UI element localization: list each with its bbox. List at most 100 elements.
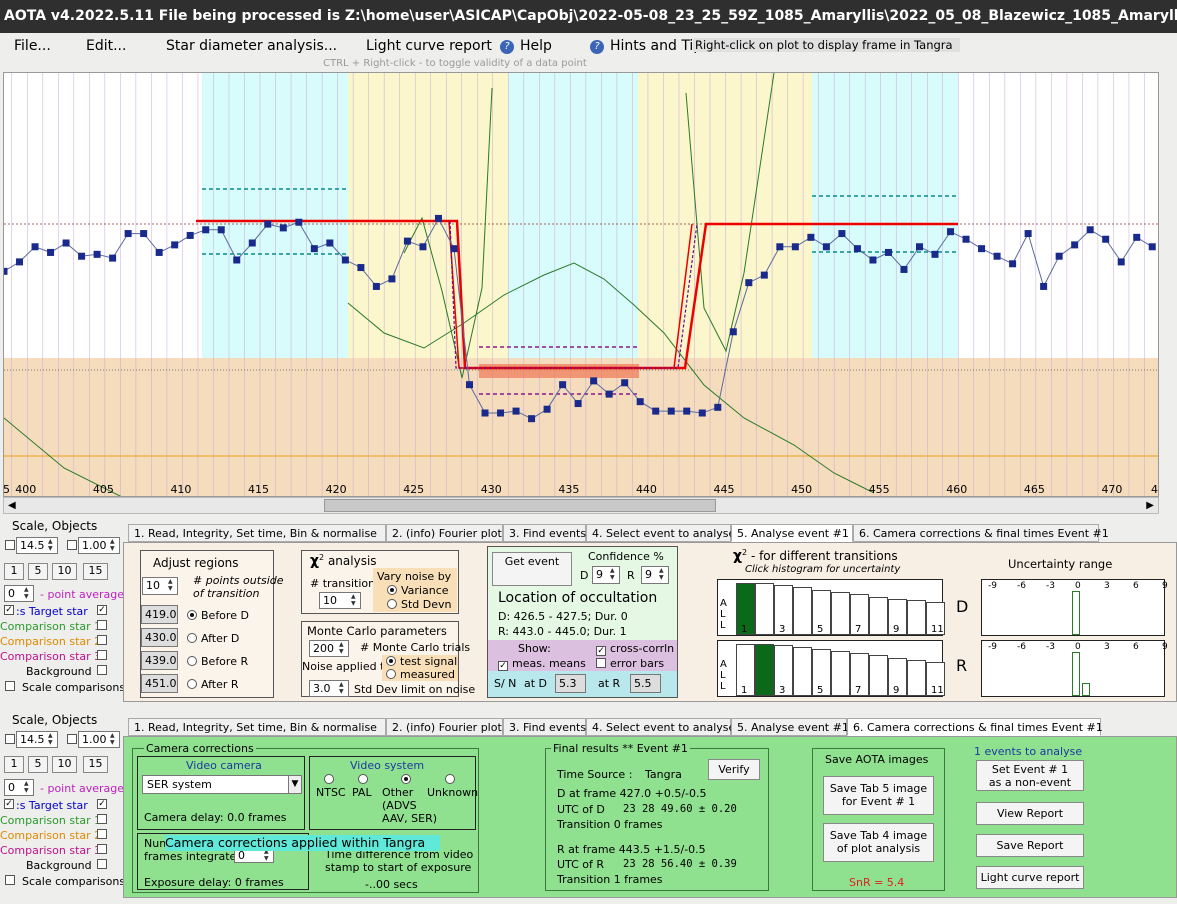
scale-comparisons-checkbox[interactable] [5, 875, 15, 885]
plot-canvas[interactable] [4, 73, 1159, 497]
data-point[interactable] [388, 275, 396, 283]
data-point[interactable] [714, 403, 722, 411]
data-point[interactable] [202, 226, 210, 234]
before-d-radio[interactable]: Before D [187, 609, 249, 622]
data-point[interactable] [1040, 282, 1048, 290]
data-point[interactable] [869, 256, 877, 264]
data-point[interactable] [1086, 226, 1094, 234]
tab-analyse-event[interactable]: 5. Analyse event #1 [731, 524, 853, 542]
data-point[interactable] [47, 248, 55, 256]
data-point[interactable] [481, 409, 489, 417]
data-point[interactable] [419, 243, 427, 251]
data-point[interactable] [621, 379, 629, 387]
d-uncertainty-plot[interactable]: -9 -6 -3 0 3 6 9 [981, 579, 1168, 636]
scroll-thumb[interactable] [324, 499, 716, 512]
histogram-bar[interactable] [907, 659, 926, 696]
scale2-checkbox[interactable] [67, 734, 77, 744]
get-event-button[interactable]: Get event [492, 552, 572, 586]
measured-radio[interactable]: measured [386, 668, 455, 681]
data-point[interactable] [512, 407, 520, 415]
transitions-input[interactable]: 10 [319, 592, 361, 609]
data-point[interactable] [1117, 258, 1125, 266]
horizontal-scrollbar[interactable]: ◀ ▶ [3, 497, 1159, 514]
data-point[interactable] [915, 243, 923, 251]
data-point[interactable] [884, 248, 892, 256]
data-point[interactable] [559, 381, 567, 389]
r-uncertainty-plot[interactable]: -9 -6 -3 0 3 6 9 [981, 640, 1168, 697]
data-point[interactable] [248, 239, 256, 247]
std-devn-radio[interactable]: Std Devn [387, 598, 452, 611]
data-point[interactable] [729, 328, 737, 336]
after-r-radio[interactable]: After R [187, 678, 239, 691]
comparison-star-3-checkbox[interactable] [97, 844, 107, 854]
data-point[interactable] [171, 241, 179, 249]
data-point[interactable] [466, 381, 474, 389]
comparison-star-3-checkbox[interactable] [97, 650, 107, 660]
target-star-checkbox[interactable]: ✓ [4, 799, 14, 809]
scroll-right-arrow[interactable]: ▶ [1146, 500, 1154, 511]
variance-radio[interactable]: Variance [387, 584, 449, 597]
data-point[interactable] [357, 264, 365, 272]
data-point[interactable] [78, 252, 86, 260]
point-average-select[interactable]: 0 [4, 585, 34, 602]
save-tab4-button[interactable]: Save Tab 4 image of plot analysis [823, 823, 934, 862]
data-point[interactable] [574, 400, 582, 408]
data-point[interactable] [745, 279, 753, 287]
verify-button[interactable]: Verify [708, 759, 760, 780]
save-report-button[interactable]: Save Report [976, 834, 1084, 857]
scale-10-button[interactable]: 10 [52, 756, 77, 773]
background-checkbox[interactable] [97, 665, 107, 675]
scale-1-button[interactable]: 1 [4, 563, 24, 580]
comparison-star-2-checkbox[interactable] [97, 635, 107, 645]
histogram-bar[interactable] [869, 655, 888, 696]
data-point[interactable] [4, 267, 8, 275]
after-d-radio[interactable]: After D [187, 632, 239, 645]
unknown-radio[interactable] [445, 774, 455, 784]
data-point[interactable] [497, 409, 505, 417]
scale-input[interactable]: 14.5 [16, 537, 58, 554]
histogram-bar[interactable] [907, 600, 926, 635]
tab-find-events[interactable]: 3. Find events [503, 718, 586, 736]
menu-file[interactable]: File... [14, 38, 51, 54]
data-point[interactable] [186, 231, 194, 239]
target-star-visible-checkbox[interactable]: ✓ [97, 605, 107, 615]
points-outside-input[interactable]: 10 [142, 577, 178, 595]
std-dev-limit-input[interactable]: 3.0 [309, 680, 349, 697]
data-point[interactable] [822, 243, 830, 251]
histogram-bar[interactable] [793, 587, 812, 635]
scale-5-button[interactable]: 5 [28, 756, 48, 773]
data-point[interactable] [310, 245, 318, 253]
set-non-event-button[interactable]: Set Event # 1 as a non-event [976, 760, 1084, 791]
histogram-bar[interactable] [831, 651, 850, 696]
data-point[interactable] [652, 407, 660, 415]
data-point[interactable] [295, 218, 303, 226]
tab-camera-corrections[interactable]: 6. Camera corrections & final times Even… [853, 524, 1109, 542]
data-point[interactable] [838, 230, 846, 238]
scale-checkbox[interactable] [5, 734, 15, 744]
data-point[interactable] [760, 271, 768, 279]
scroll-left-arrow[interactable]: ◀ [8, 500, 16, 511]
scale-15-button[interactable]: 15 [83, 563, 108, 580]
data-point[interactable] [16, 258, 24, 266]
menu-star-diameter[interactable]: Star diameter analysis... [166, 38, 337, 54]
d-transition-histogram[interactable]: A L L 1 3 5 7 9 11 [717, 579, 945, 636]
data-point[interactable] [434, 214, 442, 222]
menu-help[interactable]: ? Help [500, 38, 552, 54]
camera-select[interactable]: SER system [142, 775, 302, 794]
scale-15-button[interactable]: 15 [83, 756, 108, 773]
data-point[interactable] [791, 243, 799, 251]
data-point[interactable] [1148, 243, 1156, 251]
data-point[interactable] [372, 282, 380, 290]
data-point[interactable] [776, 243, 784, 251]
data-point[interactable] [947, 228, 955, 236]
data-point[interactable] [1009, 260, 1017, 268]
histogram-bar[interactable] [755, 644, 774, 696]
comparison-star-1-checkbox[interactable] [97, 814, 107, 824]
confidence-d-input[interactable]: 9 [592, 566, 620, 584]
data-point[interactable] [528, 415, 536, 423]
scale2-input[interactable]: 1.00 [78, 537, 120, 554]
confidence-r-input[interactable]: 9 [641, 566, 669, 584]
scale-5-button[interactable]: 5 [28, 563, 48, 580]
scale-input[interactable]: 14.5 [16, 731, 58, 748]
histogram-bar[interactable] [831, 592, 850, 635]
